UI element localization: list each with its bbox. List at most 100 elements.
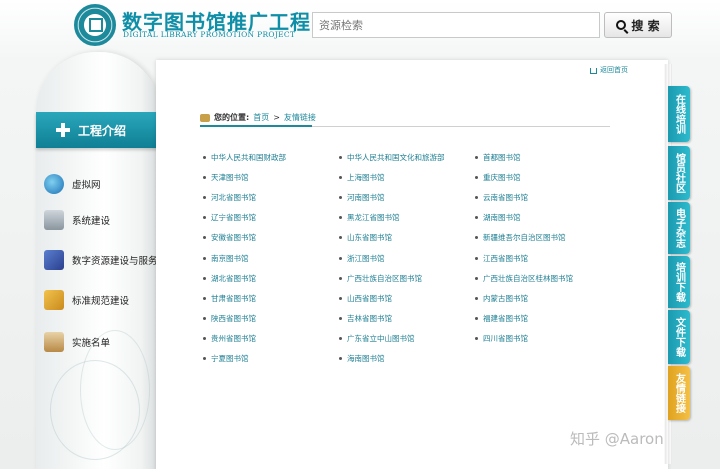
friend-link[interactable]: 江西省图书馆 xyxy=(475,248,603,268)
search-button[interactable]: 搜 索 xyxy=(604,12,672,38)
friend-link-label: 上海图书馆 xyxy=(347,172,385,182)
bullet-icon xyxy=(339,276,342,280)
divider-accent xyxy=(200,125,312,127)
friend-link[interactable]: 内蒙古图书馆 xyxy=(475,288,603,308)
friend-link-label: 新疆维吾尔自治区图书馆 xyxy=(483,233,566,243)
home-icon xyxy=(590,68,597,74)
friend-link-label: 吉林省图书馆 xyxy=(347,314,392,324)
sidebar-item-resources[interactable]: 数字资源建设与服务 xyxy=(44,248,158,272)
friend-link-label: 首都图书馆 xyxy=(483,152,521,162)
friend-link[interactable]: 安徽省图书馆 xyxy=(203,228,339,248)
friend-link[interactable]: 中华人民共和国文化和旅游部 xyxy=(339,147,475,167)
sidebar-title[interactable]: 工程介绍 xyxy=(36,112,160,148)
friend-link[interactable]: 山东省图书馆 xyxy=(339,228,475,248)
tab-friend-links[interactable]: 友情链接 xyxy=(668,366,690,420)
friend-link[interactable]: 贵州省图书馆 xyxy=(203,329,339,349)
tab-label: 文件下载 xyxy=(673,317,685,357)
clipboard-icon xyxy=(44,332,64,352)
search-input[interactable] xyxy=(312,12,600,38)
logo-mark-icon xyxy=(89,18,103,32)
tab-label: 在线培训 xyxy=(673,94,685,134)
bullet-icon xyxy=(203,337,206,341)
friend-link[interactable]: 浙江图书馆 xyxy=(339,248,475,268)
bullet-icon xyxy=(339,236,342,240)
bullet-icon xyxy=(339,175,342,179)
friend-link[interactable]: 中华人民共和国财政部 xyxy=(203,147,339,167)
bullet-icon xyxy=(203,276,206,280)
tab-label: 电子杂志 xyxy=(673,208,685,248)
breadcrumb-current[interactable]: 友情链接 xyxy=(284,112,316,123)
friend-link[interactable]: 广西壮族自治区桂林图书馆 xyxy=(475,268,603,288)
friend-link[interactable]: 河北省图书馆 xyxy=(203,187,339,207)
friend-link[interactable]: 海南图书馆 xyxy=(339,349,475,369)
friend-link[interactable]: 云南省图书馆 xyxy=(475,187,603,207)
friend-link[interactable]: 辽宁省图书馆 xyxy=(203,208,339,228)
bullet-icon xyxy=(203,236,206,240)
server-icon xyxy=(44,210,64,230)
monitor-icon xyxy=(44,250,64,270)
friend-link[interactable]: 湖北省图书馆 xyxy=(203,268,339,288)
bullet-icon xyxy=(339,256,342,260)
friend-links-list: 中华人民共和国财政部 中华人民共和国文化和旅游部 首都图书馆天津图书馆 上海图书馆 重庆… xyxy=(203,147,603,369)
friend-link-label: 陕西省图书馆 xyxy=(211,314,256,324)
bullet-icon xyxy=(339,317,342,321)
friend-link[interactable]: 福建省图书馆 xyxy=(475,309,603,329)
tab-label: 友情链接 xyxy=(673,373,685,413)
friend-link[interactable]: 四川省图书馆 xyxy=(475,329,603,349)
friend-link[interactable]: 广东省立中山图书馆 xyxy=(339,329,475,349)
friend-link-label: 河北省图书馆 xyxy=(211,192,256,202)
sidebar-item-system[interactable]: 系统建设 xyxy=(44,208,110,232)
friend-link[interactable]: 黑龙江省图书馆 xyxy=(339,208,475,228)
friend-link[interactable]: 陕西省图书馆 xyxy=(203,309,339,329)
tab-e-magazine[interactable]: 电子杂志 xyxy=(668,202,690,254)
bullet-icon xyxy=(203,296,206,300)
friend-link[interactable]: 首都图书馆 xyxy=(475,147,603,167)
bullet-icon xyxy=(339,337,342,341)
bullet-icon xyxy=(339,195,342,199)
friend-link-label: 山西省图书馆 xyxy=(347,293,392,303)
breadcrumb-separator: > xyxy=(273,113,280,122)
friend-link[interactable]: 重庆图书馆 xyxy=(475,167,603,187)
friend-link-label: 天津图书馆 xyxy=(211,172,249,182)
home-link-label: 返回首页 xyxy=(600,66,628,74)
breadcrumb-home[interactable]: 首页 xyxy=(253,112,269,123)
friend-link[interactable]: 甘肃省图书馆 xyxy=(203,288,339,308)
friend-link[interactable]: 吉林省图书馆 xyxy=(339,309,475,329)
friend-link[interactable]: 山西省图书馆 xyxy=(339,288,475,308)
friend-link[interactable]: 天津图书馆 xyxy=(203,167,339,187)
bullet-icon xyxy=(475,337,478,341)
tab-training-download[interactable]: 培训下载 xyxy=(668,256,690,308)
bullet-icon xyxy=(475,276,478,280)
sidebar-item-standards[interactable]: 标准规范建设 xyxy=(44,288,129,312)
friend-link[interactable]: 湖南图书馆 xyxy=(475,208,603,228)
sidebar-item-implementation[interactable]: 实施名单 xyxy=(44,330,110,354)
logo[interactable] xyxy=(74,4,116,46)
friend-link[interactable]: 南京图书馆 xyxy=(203,248,339,268)
friend-link[interactable]: 新疆维吾尔自治区图书馆 xyxy=(475,228,603,248)
bullet-icon xyxy=(339,155,342,159)
friend-link[interactable]: 宁夏图书馆 xyxy=(203,349,339,369)
friend-link-label: 安徽省图书馆 xyxy=(211,233,256,243)
home-link[interactable]: 返回首页 xyxy=(590,65,628,75)
bullet-icon xyxy=(339,216,342,220)
breadcrumb-label: 您的位置: xyxy=(214,113,250,122)
friend-link-label: 湖北省图书馆 xyxy=(211,273,256,283)
friend-link[interactable]: 河南图书馆 xyxy=(339,187,475,207)
bullet-icon xyxy=(475,155,478,159)
tab-librarian-community[interactable]: 馆员社区 xyxy=(668,146,690,200)
sidebar-item-virtual-network[interactable]: 虚拟网 xyxy=(44,172,101,196)
sidebar-item-label: 系统建设 xyxy=(72,216,111,227)
breadcrumb: 您的位置: 首页 > 友情链接 xyxy=(200,112,316,123)
tab-file-download[interactable]: 文件下载 xyxy=(668,310,690,364)
blocks-icon xyxy=(44,290,64,310)
tab-label: 馆员社区 xyxy=(673,153,685,193)
friend-link[interactable]: 广西壮族自治区图书馆 xyxy=(339,268,475,288)
friend-link[interactable]: 上海图书馆 xyxy=(339,167,475,187)
search-icon xyxy=(616,20,627,30)
friend-link-label: 福建省图书馆 xyxy=(483,314,528,324)
friend-link-label: 河南图书馆 xyxy=(347,192,385,202)
tab-online-training[interactable]: 在线培训 xyxy=(668,86,690,142)
bullet-icon xyxy=(203,256,206,260)
friend-link-label: 广西壮族自治区桂林图书馆 xyxy=(483,273,573,283)
bullet-icon xyxy=(339,357,342,361)
